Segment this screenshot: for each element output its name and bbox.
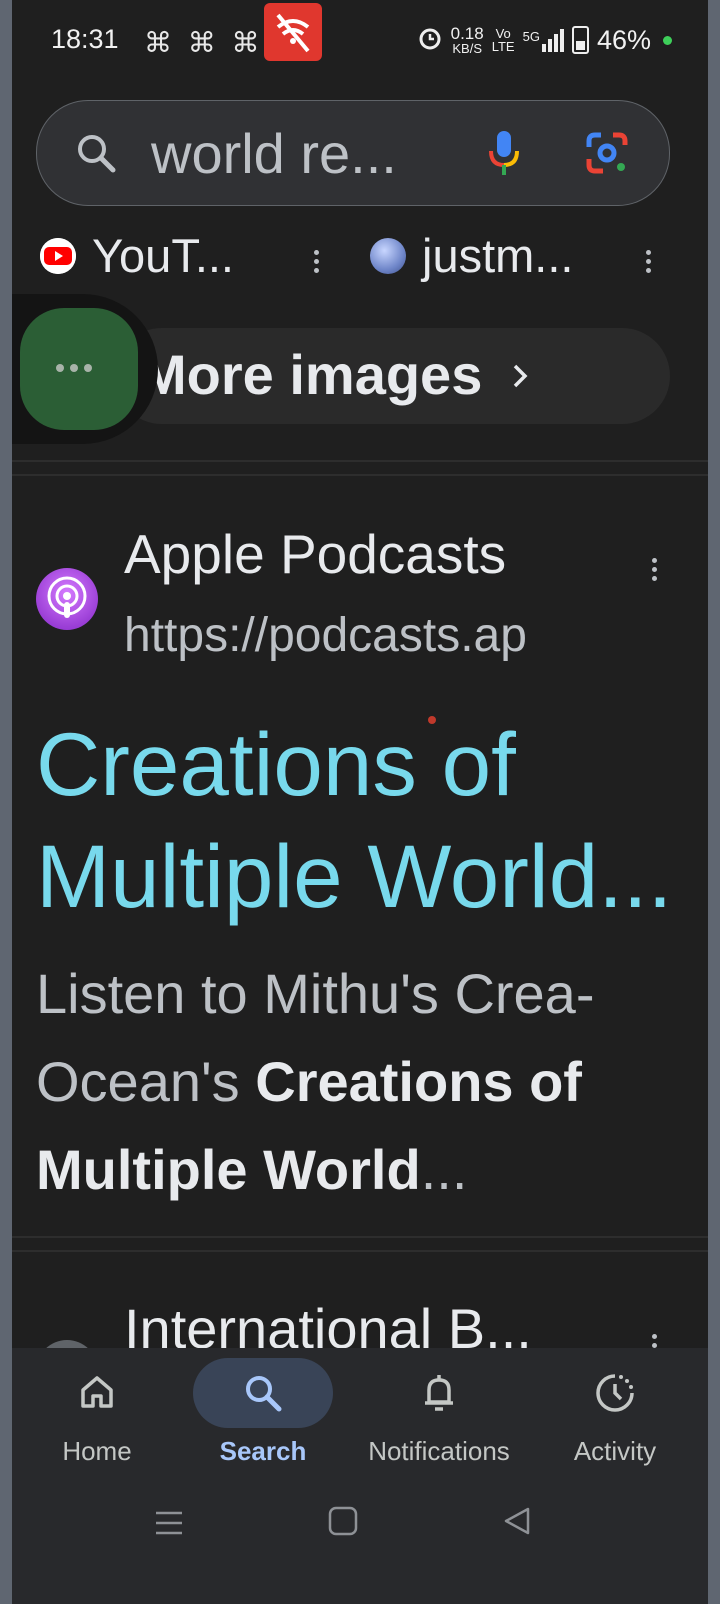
search-icon: [75, 132, 119, 181]
nav-home[interactable]: Home: [12, 1348, 182, 1478]
source-label: justm...: [422, 229, 574, 282]
divider: [12, 1250, 708, 1252]
recents-icon[interactable]: [154, 1510, 184, 1541]
more-options-icon[interactable]: [646, 250, 652, 277]
divider: [12, 474, 708, 476]
status-right: 0.18 KB/S Vo LTE 5G 46%: [417, 22, 672, 58]
system-navigation-bar: [12, 1498, 708, 1558]
image-sources-row: YouT... justm...: [12, 222, 708, 286]
privacy-dot: [663, 35, 672, 45]
nav-search[interactable]: Search: [178, 1348, 348, 1478]
no-wifi-alert-icon: [264, 3, 322, 61]
screen: 18:31 ⌘ ⌘ ⌘ 0.18 KB/S Vo LTE 5G 46% worl…: [12, 0, 708, 1604]
more-options-icon[interactable]: [314, 250, 320, 277]
youtube-icon: [40, 237, 76, 274]
battery-level: 46%: [596, 24, 651, 55]
divider: [12, 1236, 708, 1238]
bell-icon: [419, 1372, 459, 1419]
globe-icon: [370, 237, 406, 274]
divider: [12, 460, 708, 462]
podcasts-icon: [36, 568, 98, 630]
status-bar: 18:31 ⌘ ⌘ ⌘ 0.18 KB/S Vo LTE 5G 46%: [12, 0, 708, 84]
search-query-text: world re...: [151, 122, 397, 185]
home-gesture-icon[interactable]: [328, 1506, 358, 1541]
signal-5g-icon: 5G: [523, 28, 564, 52]
ellipsis-icon: [56, 364, 92, 372]
chevron-right-icon: [510, 362, 530, 395]
result-url: https://podcasts.ap: [124, 609, 527, 662]
nav-notifications[interactable]: Notifications: [354, 1348, 524, 1478]
more-images-button[interactable]: More images: [114, 328, 670, 424]
floating-button[interactable]: [20, 308, 138, 430]
net-speed: 0.18 KB/S: [450, 24, 484, 56]
source-item-justm[interactable]: justm...: [370, 228, 573, 283]
source-item-youtube[interactable]: YouT...: [40, 228, 234, 283]
battery-icon: [571, 26, 589, 54]
floating-assistant-bubble[interactable]: [12, 294, 158, 444]
result-more-options-icon[interactable]: [652, 558, 658, 585]
home-icon: [77, 1372, 117, 1417]
back-icon[interactable]: [502, 1506, 532, 1541]
activity-icon: [594, 1372, 636, 1419]
status-time: 18:31: [51, 24, 119, 54]
result-title-link[interactable]: Creations of Multiple World...: [36, 708, 686, 932]
bottom-navigation: Home Search Notifications Activity: [12, 1348, 708, 1604]
nav-activity[interactable]: Activity: [530, 1348, 700, 1478]
search-input[interactable]: world re...: [36, 100, 670, 206]
result-snippet: Listen to Mithu's Crea- Ocean's Creation…: [36, 962, 595, 1201]
mic-icon[interactable]: [487, 129, 521, 182]
result-site-name: Apple Podcasts: [124, 523, 507, 585]
search-header: world re...: [12, 84, 708, 222]
more-images-label: More images: [140, 343, 483, 406]
volte-indicator: Vo LTE: [491, 26, 515, 54]
alarm-icon: [417, 25, 443, 56]
source-label: YouT...: [92, 229, 234, 282]
notification-icons: ⌘ ⌘ ⌘: [144, 27, 264, 58]
lens-icon[interactable]: [585, 131, 629, 180]
search-icon: [242, 1372, 284, 1419]
